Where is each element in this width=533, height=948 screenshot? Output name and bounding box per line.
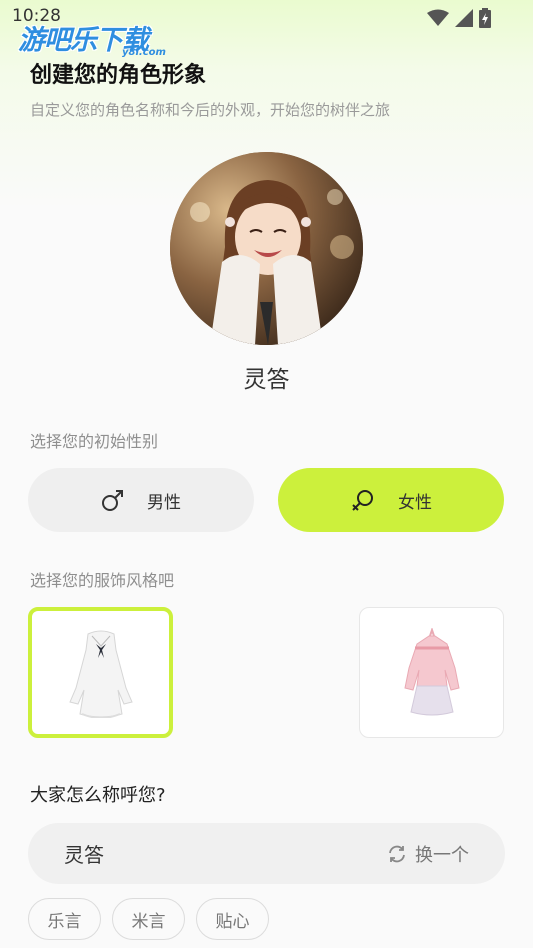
wifi-icon xyxy=(427,9,449,26)
name-suggestion-chip[interactable]: 米言 xyxy=(112,898,185,940)
white-dress-image xyxy=(68,630,133,718)
name-suggestion-chip[interactable]: 乐言 xyxy=(28,898,101,940)
avatar-image xyxy=(170,152,363,345)
refresh-label: 换一个 xyxy=(415,844,469,866)
name-suggestion-chip[interactable]: 贴心 xyxy=(196,898,269,940)
name-input-value[interactable]: 灵答 xyxy=(64,839,104,868)
gender-male-label: 男性 xyxy=(147,492,181,513)
gender-female-label: 女性 xyxy=(398,492,432,513)
name-input[interactable]: 灵答 换一个 xyxy=(28,823,505,884)
watermark-logo: 游吧乐下载 y8l.com xyxy=(18,18,166,58)
signal-icon xyxy=(455,9,473,27)
gender-section-label: 选择您的初始性别 xyxy=(30,432,159,451)
gender-male-button[interactable]: 男性 xyxy=(28,468,254,532)
status-icons xyxy=(427,8,491,28)
refresh-name-button[interactable]: 换一个 xyxy=(387,841,469,867)
page-subtitle: 自定义您的角色名称和今后的外观，开始您的树伴之旅 xyxy=(30,101,391,119)
name-suggestions: 乐言 米言 贴心 xyxy=(28,898,269,940)
outfit-option-white-dress[interactable] xyxy=(28,607,173,738)
battery-icon xyxy=(479,8,491,28)
outfit-section-label: 选择您的服饰风格吧 xyxy=(30,571,175,590)
outfit-option-pink-dress[interactable] xyxy=(359,607,504,738)
gender-female-button[interactable]: 女性 xyxy=(278,468,504,532)
female-icon xyxy=(352,490,373,511)
refresh-icon xyxy=(389,845,405,862)
avatar[interactable] xyxy=(170,152,363,345)
pink-dress-image xyxy=(403,627,460,715)
avatar-name: 灵答 xyxy=(243,367,290,393)
male-icon xyxy=(102,490,123,511)
name-question: 大家怎么称呼您? xyxy=(30,785,166,806)
page-title: 创建您的角色形象 xyxy=(30,63,207,88)
